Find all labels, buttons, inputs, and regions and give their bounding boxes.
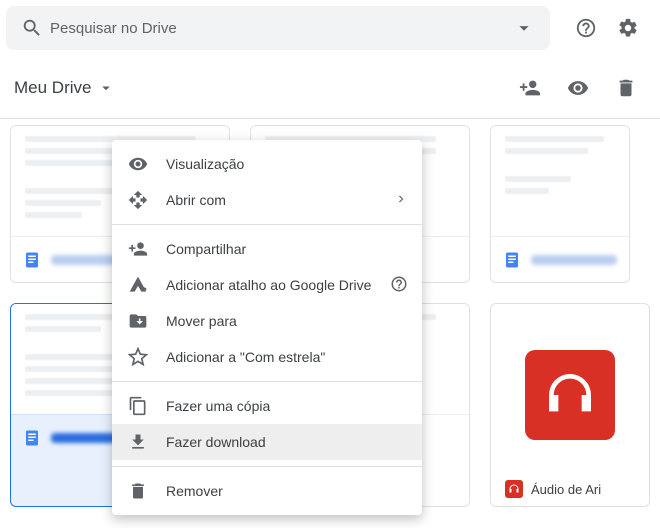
docs-icon (23, 251, 41, 269)
menu-separator (112, 466, 422, 467)
trash-icon (128, 481, 148, 501)
copy-icon (128, 396, 148, 416)
menu-label: Fazer download (166, 434, 266, 450)
breadcrumb-label: Meu Drive (14, 78, 91, 98)
search-options-dropdown-icon[interactable] (506, 10, 542, 46)
search-icon[interactable] (14, 10, 50, 46)
menu-item-shortcut[interactable]: Adicionar atalho ao Google Drive (112, 267, 422, 303)
menu-label: Fazer uma cópia (166, 398, 270, 414)
menu-item-move[interactable]: Mover para (112, 303, 422, 339)
delete-icon[interactable] (606, 68, 646, 108)
menu-item-preview[interactable]: Visualização (112, 146, 422, 182)
share-person-icon[interactable] (510, 68, 550, 108)
help-icon[interactable] (390, 275, 408, 296)
file-title: Áudio de Ari (531, 482, 601, 497)
file-card[interactable] (490, 125, 630, 283)
menu-item-remove[interactable]: Remover (112, 473, 422, 509)
menu-label: Visualização (166, 156, 244, 172)
menu-item-share[interactable]: Compartilhar (112, 231, 422, 267)
settings-icon[interactable] (608, 8, 648, 48)
star-icon (128, 347, 148, 367)
drive-shortcut-icon (128, 275, 148, 295)
move-to-icon (128, 311, 148, 331)
chevron-down-icon (97, 79, 115, 97)
menu-item-open-with[interactable]: Abrir com (112, 182, 422, 218)
menu-label: Abrir com (166, 192, 226, 208)
docs-icon (503, 251, 521, 269)
menu-label: Compartilhar (166, 241, 246, 257)
headphones-icon (525, 350, 615, 440)
menu-item-copy[interactable]: Fazer uma cópia (112, 388, 422, 424)
menu-separator (112, 381, 422, 382)
open-with-icon (128, 190, 148, 210)
person-add-icon (128, 239, 148, 259)
file-title-blur (531, 255, 617, 265)
help-icon[interactable] (566, 8, 606, 48)
preview-eye-icon[interactable] (558, 68, 598, 108)
chevron-right-icon (394, 192, 408, 209)
menu-separator (112, 224, 422, 225)
menu-label: Mover para (166, 313, 237, 329)
context-menu: Visualização Abrir com Compartilhar Adic… (112, 140, 422, 515)
file-card-audio[interactable]: Áudio de Ari (490, 303, 650, 507)
menu-item-download[interactable]: Fazer download (112, 424, 422, 460)
file-thumbnail (491, 126, 629, 236)
search-box[interactable]: Pesquisar no Drive (6, 6, 550, 50)
menu-label: Adicionar atalho ao Google Drive (166, 277, 371, 293)
breadcrumb[interactable]: Meu Drive (14, 78, 115, 98)
download-icon (128, 432, 148, 452)
eye-icon (128, 154, 148, 174)
docs-icon (23, 429, 41, 447)
menu-label: Adicionar a "Com estrela" (166, 349, 325, 365)
search-placeholder: Pesquisar no Drive (50, 20, 506, 37)
headphones-icon (505, 480, 523, 498)
menu-item-star[interactable]: Adicionar a "Com estrela" (112, 339, 422, 375)
menu-label: Remover (166, 483, 223, 499)
